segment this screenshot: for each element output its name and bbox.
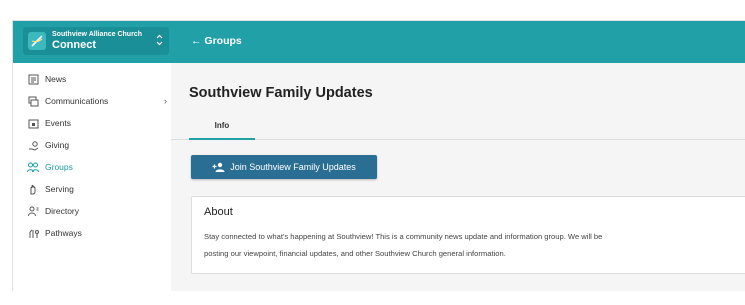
join-button-label: Join Southview Family Updates [230,162,356,172]
organization-switcher[interactable]: Southview Alliance Church Connect [23,27,169,55]
events-icon [27,117,39,129]
about-card: About Stay connected to what's happening… [191,196,745,274]
sidebar-item-serving[interactable]: Serving [27,182,167,196]
pathways-icon [27,227,39,239]
sidebar-item-label: Serving [45,184,74,194]
about-text-line: posting our viewpoint, financial updates… [204,249,506,258]
sidebar-item-directory[interactable]: Directory [27,204,167,218]
sidebar-item-label: Giving [45,140,70,150]
sidebar: News Communications › Events Giving Grou… [13,63,171,291]
sidebar-item-pathways[interactable]: Pathways [27,226,167,240]
sidebar-item-label: Events [45,118,71,128]
serving-icon [27,183,39,195]
tab-bar: Info [171,119,745,140]
news-icon [27,73,39,85]
church-logo-icon [28,32,46,50]
switch-chevron-icon [156,34,163,48]
sidebar-item-label: Pathways [45,228,82,238]
main-content: Southview Family Updates Info Join South… [171,63,745,291]
groups-icon [27,161,39,173]
organization-name: Southview Alliance Church [52,31,142,38]
add-user-icon [212,162,225,172]
sidebar-item-groups[interactable]: Groups [27,160,167,174]
sidebar-item-communications[interactable]: Communications › [27,94,167,108]
app-window: Southview Alliance Church Connect ← Grou… [12,20,745,291]
app-name: Connect [52,39,96,51]
tab-info[interactable]: Info [189,119,255,140]
about-text-line: Stay connected to what's happening at So… [204,232,603,241]
sidebar-item-giving[interactable]: Giving [27,138,167,152]
sidebar-item-news[interactable]: News [27,72,167,86]
communications-icon [27,95,39,107]
about-heading: About [204,206,233,218]
join-group-button[interactable]: Join Southview Family Updates [191,155,377,179]
about-text: Stay connected to what's happening at So… [204,228,744,262]
chevron-right-icon: › [164,96,167,106]
giving-icon [27,139,39,151]
back-to-groups-link[interactable]: ← Groups [191,35,242,47]
sidebar-item-label: News [45,74,67,84]
page-title: Southview Family Updates [189,85,373,101]
sidebar-item-label: Communications [45,96,109,106]
sidebar-item-label: Groups [45,162,73,172]
sidebar-item-events[interactable]: Events [27,116,167,130]
sidebar-item-label: Directory [45,206,80,216]
directory-icon [27,205,39,217]
top-bar: Southview Alliance Church Connect ← Grou… [13,21,745,63]
